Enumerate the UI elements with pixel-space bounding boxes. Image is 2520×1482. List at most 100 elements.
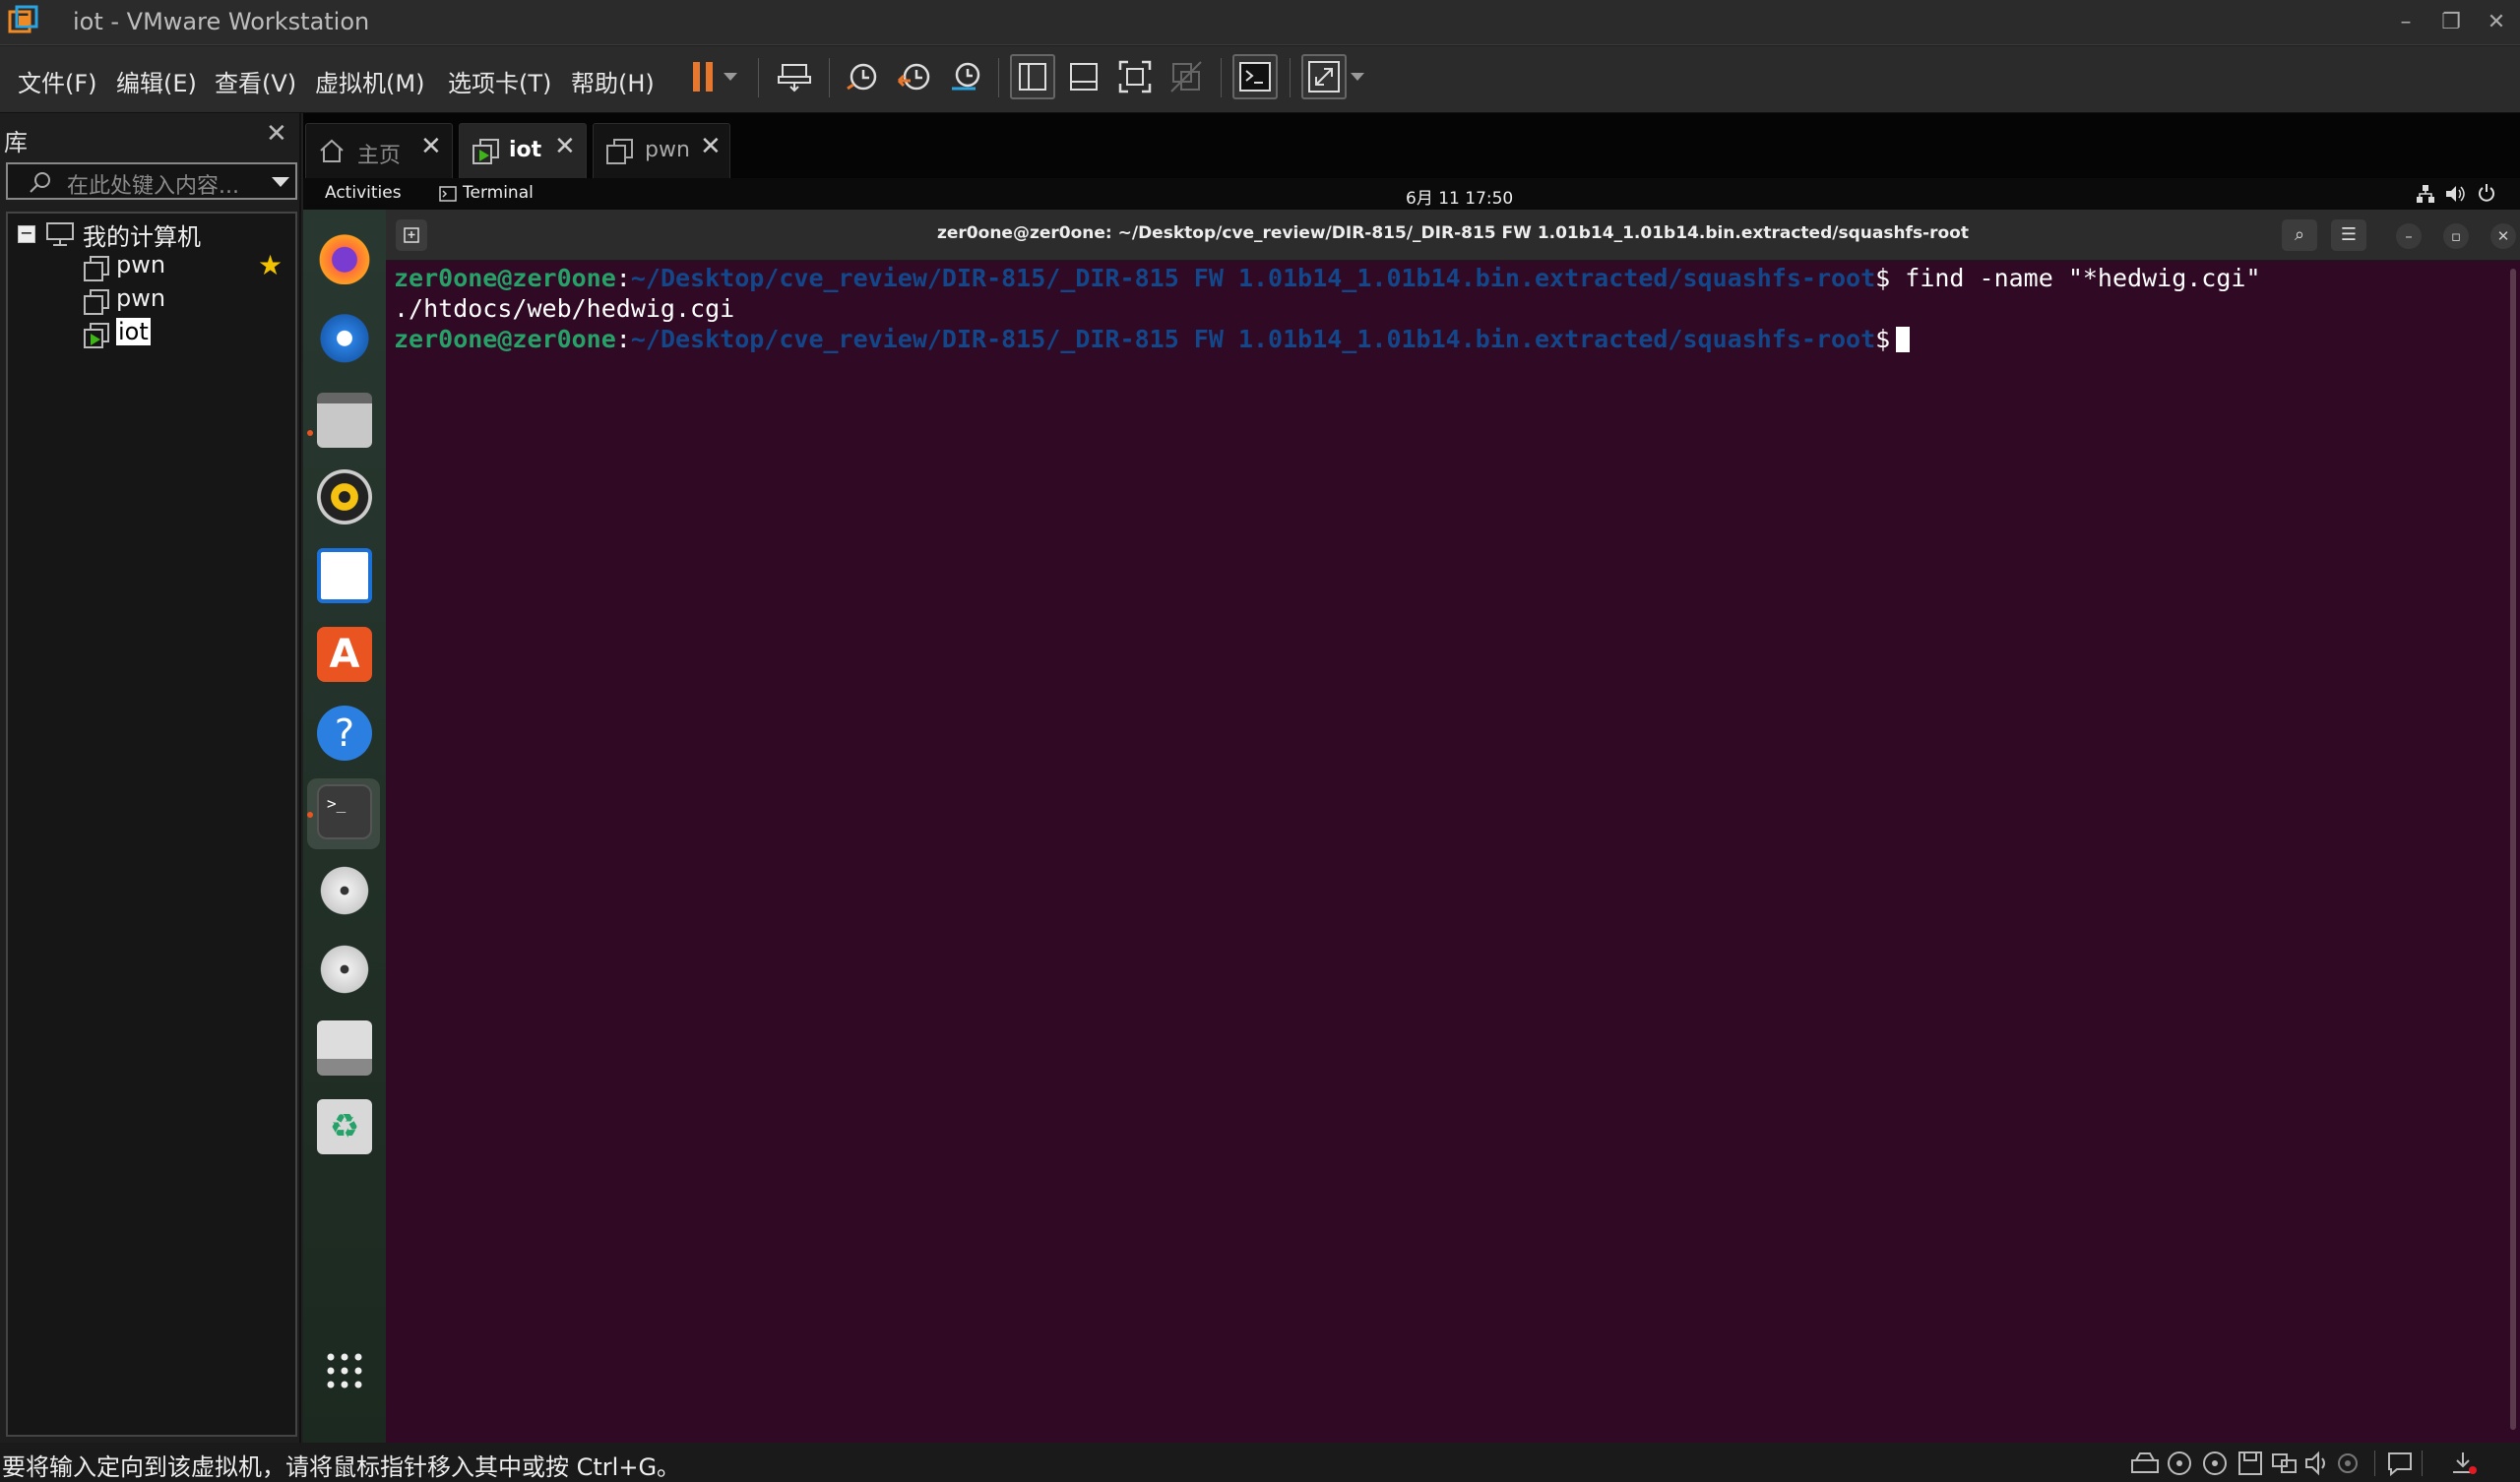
hard-disk-icon[interactable] [2130,1451,2160,1476]
menu-edit[interactable]: 编辑(E) [116,64,197,98]
menu-vm[interactable]: 虚拟机(M) [315,64,424,98]
volume-icon[interactable] [2445,184,2467,204]
toolbar-separator [998,58,999,97]
thunderbird-icon[interactable] [317,308,372,363]
network-icon[interactable] [2416,184,2435,204]
tree-vm-pwn[interactable]: pwn [116,284,165,312]
full-screen-button[interactable] [1112,54,1158,99]
menu-tabs[interactable]: 选项卡(T) [448,64,551,98]
files-icon[interactable] [317,393,372,448]
terminal-icon[interactable]: >_ [317,784,372,839]
menu-view[interactable]: 查看(V) [215,64,296,98]
tree-vm-pwn-favorite[interactable]: pwn [116,251,165,278]
vm-icon [606,139,633,164]
tab-home[interactable]: 主页 ✕ [305,123,453,178]
help-icon[interactable]: ? [317,706,372,761]
ubuntu-dock: A ? >_ ♻ [303,210,386,1443]
console-view-button[interactable] [1232,54,1278,99]
menu-file[interactable]: 文件(F) [18,64,97,98]
tab-pwn-label: pwn [645,138,690,162]
console-icon [1239,62,1271,92]
activities-button[interactable]: Activities [325,183,402,203]
message-log-icon[interactable] [2386,1451,2416,1476]
show-apps-button[interactable] [325,1351,364,1390]
show-library-button[interactable] [1010,54,1055,99]
revert-snapshot-button[interactable] [892,54,937,99]
floppy-drive-icon[interactable] [317,1020,372,1076]
close-button[interactable]: ✕ [2477,6,2516,39]
power-dropdown-button[interactable] [719,54,742,99]
chevron-down-icon[interactable] [272,177,289,187]
window-titlebar: iot - VMware Workstation – ❐ ✕ [0,0,2520,45]
app-menu-terminal[interactable]: Terminal [463,183,534,203]
trash-icon[interactable]: ♻ [317,1099,372,1154]
tab-iot[interactable]: iot ✕ [459,123,587,178]
status-bar: 要将输入定向到该虚拟机，请将鼠标指针移入其中或按 Ctrl+G。 [0,1443,2520,1482]
clock[interactable]: 6月 11 17:50 [1406,184,1513,209]
prompt-dollar: $ [1875,264,1906,292]
terminal-scrollbar[interactable] [2510,269,2516,1430]
library-search-input[interactable]: 在此处键入内容... [6,162,297,200]
cd-drive-icon[interactable] [317,942,372,997]
stretch-guest-button[interactable] [1301,54,1347,99]
cd-dvd-icon[interactable] [2201,1451,2231,1476]
usb-device-icon[interactable] [2335,1451,2364,1476]
vm-display[interactable]: Activities Terminal 6月 11 17:50 A ? >_ ♻ [303,178,2520,1443]
menu-help[interactable]: 帮助(H) [571,64,655,98]
toolbar-separator [758,58,759,97]
prompt-path: ~/Desktop/cve_review/DIR-815/_DIR-815 FW… [630,264,1876,292]
firefox-icon[interactable] [317,229,372,284]
install-tools-icon[interactable] [2451,1451,2481,1476]
thumbnail-bar-button[interactable] [1061,54,1106,99]
terminal-output: ./htdocs/web/hedwig.cgi [394,294,735,323]
power-icon[interactable] [2477,183,2496,203]
terminal-command: find -name "*hedwig.cgi" [1905,264,2261,292]
unity-button[interactable] [1164,54,1209,99]
software-center-icon[interactable]: A [317,627,372,682]
terminal-search-button[interactable]: ⌕ [2282,219,2317,251]
apps-grid-icon [327,1353,362,1389]
restore-button[interactable]: ❐ [2431,6,2471,39]
running-indicator [307,812,313,818]
terminal-maximize-button[interactable]: ▫ [2443,223,2469,249]
cd-dvd-icon[interactable] [2166,1451,2195,1476]
library-close-button[interactable]: ✕ [266,119,287,149]
tab-iot-close-icon[interactable]: ✕ [554,132,576,161]
tree-collapse-toggle[interactable]: − [18,225,35,243]
terminal-menu-button[interactable]: ☰ [2331,219,2366,251]
terminal-window[interactable]: zer0one@zer0one: ~/Desktop/cve_review/DI… [386,210,2520,1443]
terminal-line: zer0one@zer0one:~/Desktop/cve_review/DIR… [394,263,2500,293]
send-ctrl-alt-del-button[interactable] [772,54,817,99]
snapshot-manager-button[interactable] [943,54,988,99]
floppy-icon[interactable] [2236,1451,2266,1476]
sound-card-icon[interactable] [2303,1451,2333,1476]
terminal-line: zer0one@zer0one:~/Desktop/cve_review/DIR… [394,324,2500,354]
writer-icon[interactable] [317,548,372,603]
vm-tabs-bar: 主页 ✕ iot ✕ pwn ✕ [303,113,2520,178]
keyboard-send-icon [778,64,811,93]
window-title: iot - VMware Workstation [73,8,370,35]
terminal-content[interactable]: zer0one@zer0one:~/Desktop/cve_review/DIR… [394,263,2500,1434]
terminal-minimize-button[interactable]: – [2396,223,2422,249]
rhythmbox-icon[interactable] [317,469,372,525]
snapshot-button[interactable] [839,54,884,99]
thumbnail-bar-icon [1070,63,1098,91]
revert-clock-icon [897,63,930,91]
tree-root-my-computer[interactable]: 我的计算机 [83,217,201,252]
terminal-headerbar: zer0one@zer0one: ~/Desktop/cve_review/DI… [386,210,2520,261]
tab-pwn-close-icon[interactable]: ✕ [700,132,722,161]
library-tree: − 我的计算机 pwn ★ pwn iot [6,212,297,1437]
tab-pwn[interactable]: pwn ✕ [593,123,730,178]
search-icon [30,172,50,193]
prompt-user-host: zer0one@zer0one [394,325,616,353]
terminal-title: zer0one@zer0one: ~/Desktop/cve_review/DI… [937,223,1969,243]
minimize-button[interactable]: – [2386,6,2426,39]
vm-running-icon [472,139,499,164]
terminal-close-button[interactable]: ✕ [2490,223,2516,249]
cd-drive-icon[interactable] [317,863,372,918]
tree-vm-iot-selected[interactable]: iot [116,318,151,345]
stretch-icon [1308,61,1340,93]
network-adapter-icon[interactable] [2270,1451,2300,1476]
tab-home-close-icon[interactable]: ✕ [420,132,442,161]
stretch-dropdown-button[interactable] [1347,54,1368,99]
